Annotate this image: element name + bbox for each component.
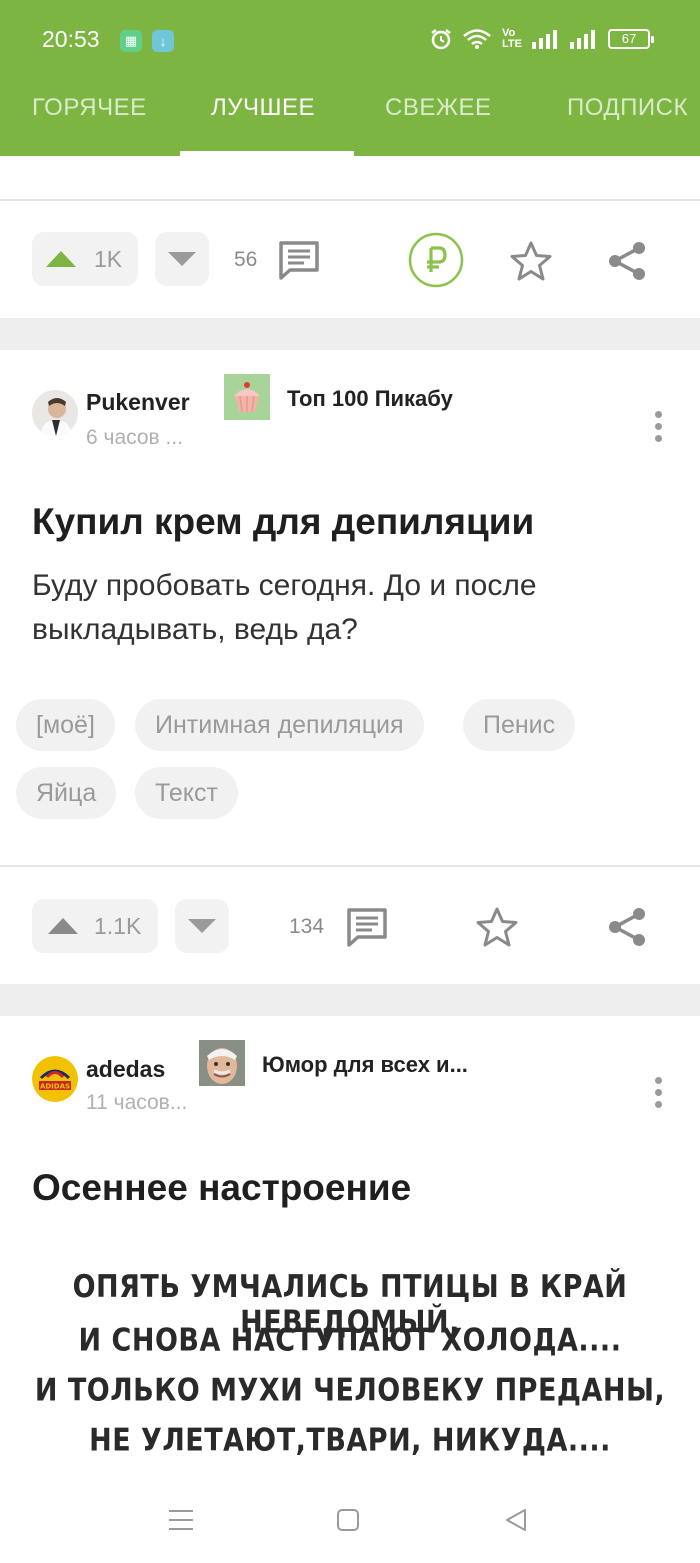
tag-chip[interactable]: Яйца [16, 767, 117, 819]
avatar[interactable]: ADIDAS [32, 1056, 78, 1102]
signal-1-icon [532, 30, 557, 49]
tag-chip[interactable]: Пенис [463, 699, 576, 751]
comment-count: 56 [234, 248, 258, 271]
downvote-button[interactable] [155, 232, 209, 286]
battery-indicator: 67 [608, 29, 654, 49]
bookmark-star-icon[interactable] [509, 240, 553, 282]
community-humor-icon[interactable] [199, 1040, 245, 1086]
status-bar: 20:53 ▦ ↓ Vo LTE 67 [0, 0, 700, 80]
tag-chip[interactable]: Текст [135, 767, 238, 819]
upvote-count: 1K [94, 245, 123, 272]
back-icon[interactable] [503, 1507, 529, 1533]
wifi-icon [463, 29, 491, 49]
downvote-arrow-icon [188, 919, 216, 933]
upvote-count: 1.1K [94, 912, 142, 939]
post-title[interactable]: Купил крем для депиляции [32, 501, 534, 543]
bookmark-star-icon[interactable] [475, 906, 519, 948]
tab-subscriptions[interactable]: ПОДПИСК [567, 94, 688, 122]
downvote-arrow-icon [168, 252, 196, 266]
post-time: 6 часов ... [86, 426, 184, 449]
post-card: ADIDAS adedas 11 часов... Юмор для всех … [0, 1016, 700, 1478]
downvote-button[interactable] [175, 899, 229, 953]
tab-fresh[interactable]: СВЕЖЕЕ [385, 94, 492, 122]
upvote-arrow-icon [46, 251, 76, 267]
post-text: Буду пробовать сегодня. До и после выкла… [32, 569, 537, 646]
prev-post-card: 1K 56 [0, 156, 700, 318]
home-icon[interactable] [336, 1508, 360, 1532]
post-title[interactable]: Осеннее настроение [32, 1167, 411, 1209]
share-icon[interactable] [606, 240, 648, 282]
upvote-arrow-icon [48, 918, 78, 934]
status-icons: Vo LTE 67 [430, 27, 654, 50]
post-image[interactable]: ОПЯТЬ УМЧАЛИСЬ ПТИЦЫ В КРАЙ НЕВЕДОМЫЙ, И… [0, 1242, 700, 1478]
community-name[interactable]: Юмор для всех и... [262, 1052, 468, 1078]
post-card: Pukenver 6 часов ... Топ 100 Пикабу Купи… [0, 350, 700, 984]
signal-2-icon [570, 30, 595, 49]
more-options-icon[interactable] [655, 411, 663, 445]
tab-hot[interactable]: ГОРЯЧЕЕ [32, 94, 147, 122]
donate-ruble-icon[interactable] [408, 232, 464, 288]
divider [0, 199, 700, 201]
divider [0, 865, 700, 867]
comment-count: 134 [289, 915, 325, 938]
tag-chip[interactable]: Интимная депиляция [135, 699, 424, 751]
alarm-icon [431, 29, 451, 50]
app-notification-icon: ▦ [120, 30, 142, 52]
image-text-line: НЕ УЛЕТАЮТ,ТВАРИ, НИКУДА.... [89, 1422, 611, 1459]
download-icon: ↓ [152, 30, 174, 52]
tag-chip[interactable]: [моё] [16, 699, 115, 751]
status-time: 20:53 [42, 26, 100, 52]
image-text-line: И ТОЛЬКО МУХИ ЧЕЛОВЕКУ ПРЕДАНЫ, [34, 1372, 666, 1409]
author-name[interactable]: Pukenver [86, 389, 190, 416]
app-header: 20:53 ▦ ↓ Vo LTE 67 ГОРЯЧЕЕ ЛУЧШЕЕ СВЕЖЕЕ… [0, 0, 700, 156]
feed-tabs: ГОРЯЧЕЕ ЛУЧШЕЕ СВЕЖЕЕ ПОДПИСК [0, 80, 700, 156]
menu-icon[interactable] [168, 1508, 194, 1532]
author-name[interactable]: adedas [86, 1056, 165, 1083]
comments-icon[interactable] [278, 240, 320, 280]
share-icon[interactable] [606, 906, 648, 948]
post-time: 11 часов... [86, 1091, 188, 1114]
community-cupcake-icon[interactable] [224, 374, 270, 420]
more-options-icon[interactable] [655, 1077, 663, 1111]
community-name[interactable]: Топ 100 Пикабу [287, 386, 453, 412]
image-text-line: И СНОВА НАСТУПАЮТ ХОЛОДА.... [78, 1322, 622, 1359]
avatar[interactable] [32, 390, 78, 436]
tab-best[interactable]: ЛУЧШЕЕ [211, 94, 315, 122]
upvote-button[interactable]: 1.1K [32, 899, 158, 953]
volte-icon: Vo LTE [502, 27, 522, 50]
upvote-button[interactable]: 1K [32, 232, 138, 286]
comments-icon[interactable] [346, 907, 388, 947]
svg-text:ADIDAS: ADIDAS [40, 1083, 70, 1091]
system-navigation-bar [0, 1478, 700, 1563]
